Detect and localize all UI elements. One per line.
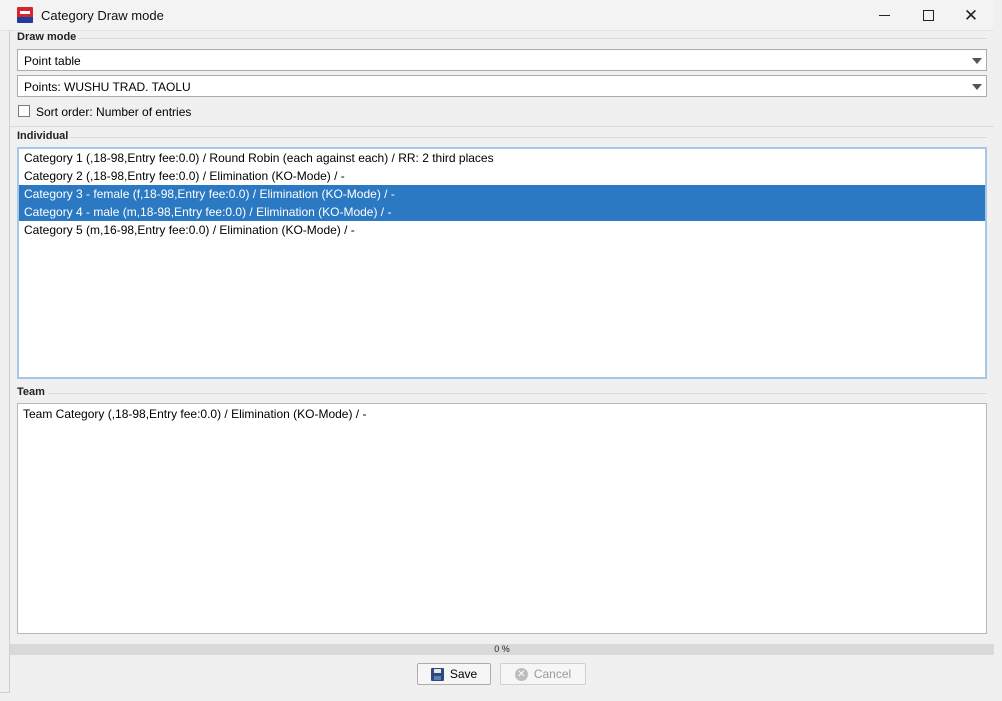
chevron-down-icon [972, 58, 982, 64]
progress-label: 0 % [494, 644, 510, 654]
list-item[interactable]: Category 5 (m,16-98,Entry fee:0.0) / Eli… [19, 221, 985, 239]
maximize-icon [922, 9, 934, 21]
section-divider [10, 126, 994, 127]
title-bar[interactable]: Category Draw mode ✕ [0, 0, 993, 31]
individual-divider [70, 137, 987, 138]
minimize-icon [878, 14, 890, 16]
save-button-label: Save [449, 667, 478, 681]
draw-mode-select-value: Point table [24, 54, 81, 68]
window-title: Category Draw mode [41, 8, 164, 23]
draw-mode-group-label: Draw mode [17, 31, 77, 43]
cancel-button-label: Cancel [533, 667, 572, 681]
minimize-button[interactable] [862, 0, 906, 30]
list-item[interactable]: Category 3 - female (f,18-98,Entry fee:0… [19, 185, 985, 203]
maximize-button[interactable] [906, 0, 950, 30]
close-button[interactable]: ✕ [949, 0, 993, 30]
individual-category-list[interactable]: Category 1 (,18-98,Entry fee:0.0) / Roun… [17, 147, 987, 379]
list-item[interactable]: Team Category (,18-98,Entry fee:0.0) / E… [18, 405, 986, 423]
save-button[interactable]: Save [417, 663, 491, 685]
list-item[interactable]: Category 2 (,18-98,Entry fee:0.0) / Elim… [19, 167, 985, 185]
team-group-label: Team [17, 386, 45, 398]
list-item[interactable]: Category 1 (,18-98,Entry fee:0.0) / Roun… [19, 149, 985, 167]
list-item[interactable]: Category 4 - male (m,18-98,Entry fee:0.0… [19, 203, 985, 221]
floppy-disk-icon [430, 667, 444, 681]
team-divider [48, 393, 987, 394]
sort-order-checkbox[interactable] [18, 105, 30, 117]
dialog-window: Category Draw mode ✕ Draw mode Point tab… [0, 0, 994, 693]
sort-order-checkbox-label[interactable]: Sort order: Number of entries [36, 105, 191, 119]
cancel-button[interactable]: ✕ Cancel [500, 663, 586, 685]
draw-mode-divider [78, 38, 987, 39]
app-flag-icon [17, 7, 33, 23]
chevron-down-icon [972, 84, 982, 90]
individual-group-label: Individual [17, 130, 69, 142]
points-select-value: Points: WUSHU TRAD. TAOLU [24, 80, 191, 94]
cancel-icon: ✕ [514, 667, 528, 681]
progress-bar: 0 % [10, 644, 994, 655]
dialog-content: Draw mode Point table Points: WUSHU TRAD… [9, 31, 994, 693]
close-icon: ✕ [963, 5, 979, 25]
points-select[interactable]: Points: WUSHU TRAD. TAOLU [17, 75, 987, 97]
draw-mode-select[interactable]: Point table [17, 49, 987, 71]
team-category-list[interactable]: Team Category (,18-98,Entry fee:0.0) / E… [17, 403, 987, 634]
